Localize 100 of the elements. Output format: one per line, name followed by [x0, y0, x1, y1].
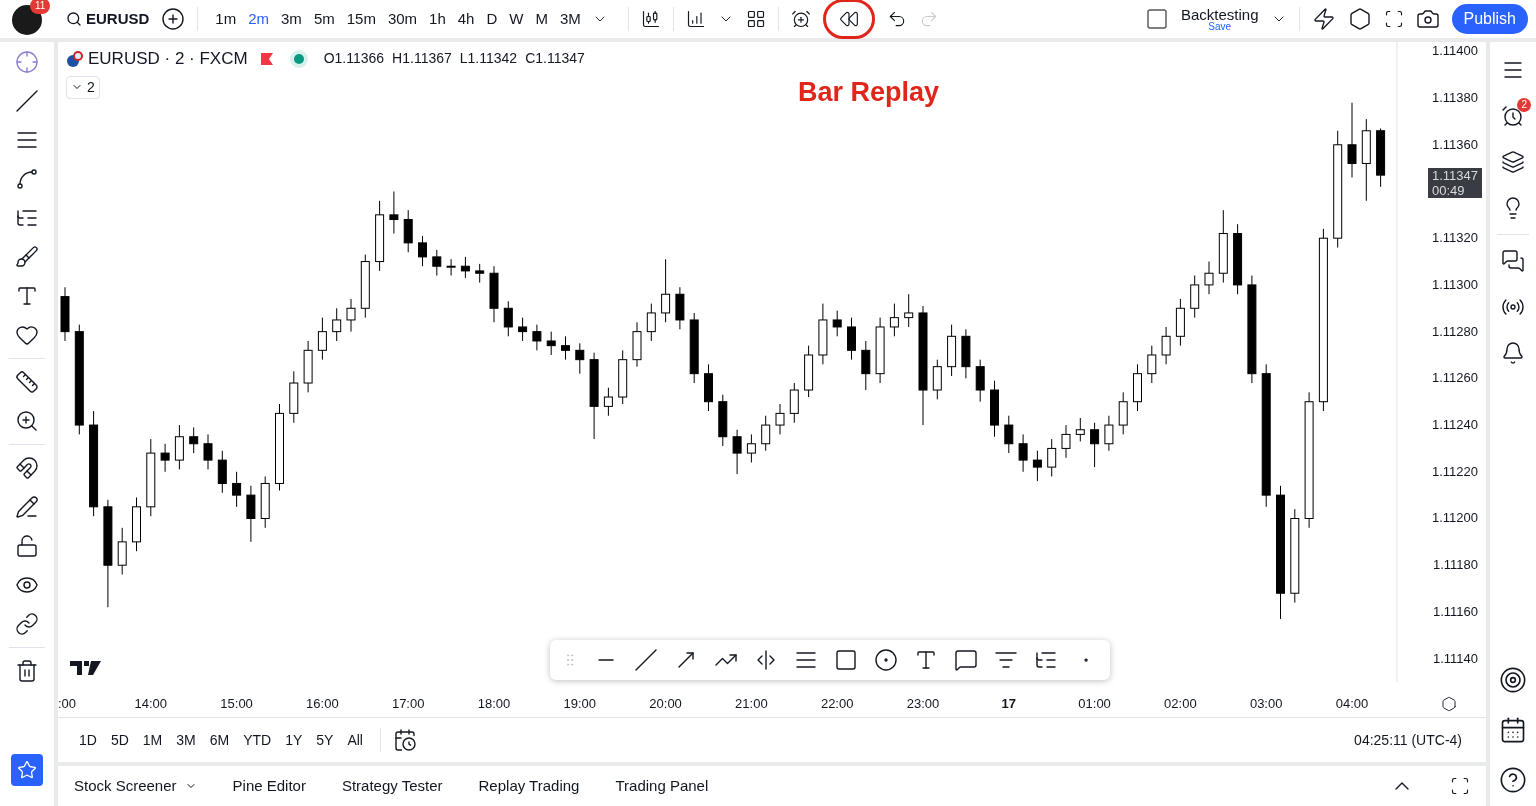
candlestick: [675, 286, 685, 330]
range-button[interactable]: 3M: [171, 729, 201, 751]
bottom-tab[interactable]: Stock Screener: [74, 774, 197, 798]
trash-icon[interactable]: [15, 659, 39, 683]
indicators-toggle[interactable]: 2: [66, 75, 100, 99]
price-label: 1.11160: [1432, 602, 1478, 621]
text-icon[interactable]: [914, 648, 938, 672]
camera-icon[interactable]: [1415, 7, 1440, 31]
calendar-icon[interactable]: [393, 728, 417, 752]
candlestick: [174, 424, 184, 470]
trend-line-icon[interactable]: [634, 648, 658, 672]
settings-icon[interactable]: [1347, 7, 1372, 31]
candlestick: [1175, 298, 1185, 347]
interval-button[interactable]: 2m: [243, 7, 275, 31]
interval-button[interactable]: 1h: [424, 7, 451, 31]
candlestick-icon[interactable]: [640, 9, 661, 29]
trend-line-icon[interactable]: [15, 89, 39, 113]
candlestick: [618, 349, 628, 405]
publish-button[interactable]: Publish: [1451, 4, 1528, 34]
interval-button[interactable]: M: [530, 7, 553, 31]
candlestick: [732, 429, 742, 475]
range-button[interactable]: 6M: [204, 729, 235, 751]
magnet-icon[interactable]: [15, 456, 39, 480]
help-icon[interactable]: [1499, 766, 1527, 794]
price-label: 1.11380: [1431, 89, 1478, 108]
callout-icon[interactable]: [954, 648, 978, 672]
candlestick: [403, 209, 413, 253]
candlestick: [861, 340, 871, 391]
replay-button[interactable]: [822, 0, 875, 39]
candlestick: [375, 200, 385, 272]
time-label: 18:00: [477, 696, 511, 712]
layout-name-button[interactable]: Backtesting Save: [1180, 6, 1259, 32]
axis-settings-icon[interactable]: [1441, 695, 1457, 712]
symbol-search[interactable]: EURUSD: [66, 7, 150, 31]
interval-button[interactable]: W: [504, 7, 529, 31]
candlestick: [246, 485, 256, 543]
calendar-icon[interactable]: [1499, 716, 1527, 744]
grid-icon[interactable]: [745, 9, 766, 29]
checkbox-icon[interactable]: [1144, 7, 1169, 31]
interval-button[interactable]: 3m: [276, 7, 307, 31]
interval-button[interactable]: 5m: [308, 7, 340, 31]
candlestick: [1004, 415, 1014, 454]
layout-name: Backtesting: [1180, 6, 1259, 22]
favorites-button[interactable]: [11, 754, 43, 786]
timezone-clock[interactable]: 04:25:11 (UTC-4): [1354, 729, 1462, 751]
target-icon[interactable]: [1499, 666, 1527, 694]
zoom-in-icon[interactable]: [15, 409, 39, 433]
pattern-icon[interactable]: [15, 167, 39, 191]
flag-icon[interactable]: [259, 51, 274, 66]
maximize-icon[interactable]: [1450, 776, 1470, 796]
range-button[interactable]: 5D: [105, 729, 134, 751]
time-label: 23:00: [906, 696, 940, 712]
interval-button[interactable]: 3M: [555, 7, 586, 31]
candlestick: [704, 363, 713, 412]
candlestick: [1204, 261, 1214, 295]
brush-icon[interactable]: [15, 245, 39, 269]
ruler-icon[interactable]: [15, 370, 39, 394]
alarm-clock-icon[interactable]: [790, 9, 811, 29]
interval-button[interactable]: 1m: [210, 7, 242, 31]
candlestick: [761, 415, 771, 452]
text-icon[interactable]: [15, 284, 39, 308]
candlestick: [217, 450, 227, 494]
interval-button[interactable]: D: [481, 7, 503, 31]
add-symbol-icon[interactable]: [161, 7, 186, 31]
candlestick: [360, 254, 370, 319]
alerts-badge: 2: [1517, 98, 1531, 112]
interval-button[interactable]: 30m: [382, 7, 423, 31]
range-button[interactable]: All: [342, 729, 368, 751]
bottom-tab[interactable]: Replay Trading: [478, 774, 580, 798]
price-label: 1.11400: [1431, 42, 1478, 61]
layers-icon[interactable]: [1501, 150, 1525, 174]
quick-search-icon[interactable]: [1311, 7, 1336, 31]
interval-button[interactable]: 4h: [452, 7, 480, 31]
candlestick: [532, 324, 542, 351]
candlestick: [418, 235, 427, 267]
range-button[interactable]: 1D: [74, 729, 102, 751]
rectangle-icon[interactable]: [834, 648, 858, 672]
indicators-icon[interactable]: [685, 9, 706, 29]
candlestick: [789, 382, 799, 424]
unlock-icon[interactable]: [15, 534, 39, 558]
range-button[interactable]: 1Y: [280, 729, 308, 751]
bottom-tab[interactable]: Strategy Tester: [341, 774, 443, 798]
bell-icon[interactable]: [1501, 341, 1525, 365]
candlestick: [1376, 127, 1386, 188]
candlestick: [117, 527, 127, 576]
fullscreen-icon[interactable]: [1383, 9, 1404, 29]
chat-icon[interactable]: [1501, 249, 1525, 273]
candlestick: [303, 340, 313, 393]
crosshair-icon[interactable]: [15, 50, 39, 74]
heart-icon[interactable]: [15, 323, 39, 347]
bottom-tab[interactable]: Pine Editor: [232, 774, 306, 798]
interval-button[interactable]: 15m: [341, 7, 381, 31]
link-icon[interactable]: [15, 612, 39, 636]
circle-icon[interactable]: [874, 648, 898, 672]
range-button[interactable]: 1M: [137, 729, 168, 751]
range-button[interactable]: YTD: [238, 729, 277, 751]
candlestick: [1061, 424, 1071, 459]
price-label: 1.11240: [1431, 416, 1478, 435]
bottom-tab[interactable]: Trading Panel: [615, 774, 709, 798]
range-button[interactable]: 5Y: [311, 729, 339, 751]
